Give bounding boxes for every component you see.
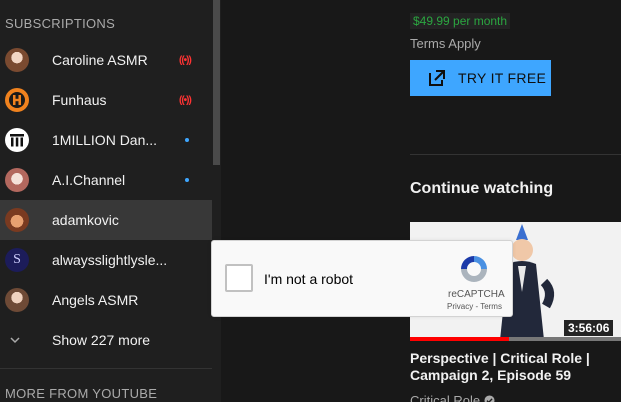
watch-progress-bar [410,337,621,341]
show-more-label: Show 227 more [52,332,151,348]
sidebar: SUBSCRIPTIONS Caroline ASMR ((•)) Funhau… [0,0,212,402]
try-it-free-button[interactable]: TRY IT FREE [410,60,551,96]
sidebar-divider [0,368,212,369]
avatar [5,168,29,192]
recaptcha-widget: I'm not a robot reCAPTCHA Privacy - Term… [211,240,513,317]
sidebar-item-label: A.I.Channel [52,172,126,188]
avatar [5,128,29,152]
sidebar-item-alwaysslightlysleepy[interactable]: S alwaysslightlysle... [0,240,212,280]
sidebar-item-funhaus[interactable]: Funhaus ((•)) [0,80,212,120]
terms-text: Terms Apply [410,36,481,51]
open-external-icon [429,70,445,86]
chevron-down-icon [10,337,20,344]
channel-name[interactable]: Critical Role [410,393,495,402]
sidebar-scrollbar[interactable] [212,0,221,402]
recaptcha-label: I'm not a robot [264,271,354,287]
price-badge: $49.99 per month [410,13,511,29]
new-content-dot [185,178,189,182]
sidebar-item-angels-asmr[interactable]: Angels ASMR [0,280,212,320]
sidebar-item-label: Caroline ASMR [52,52,148,68]
verified-icon [484,395,495,402]
avatar: S [5,248,29,272]
avatar [5,88,29,112]
recaptcha-logo-icon [461,256,487,282]
recaptcha-links[interactable]: Privacy - Terms [447,302,502,311]
subscriptions-heading: SUBSCRIPTIONS [5,16,116,31]
new-content-dot [185,138,189,142]
sidebar-item-label: Angels ASMR [52,292,139,308]
avatar [5,208,29,232]
sidebar-item-label: alwaysslightlysle... [52,252,168,268]
live-icon: ((•)) [179,94,192,106]
scrollbar-thumb[interactable] [213,0,220,165]
live-icon: ((•)) [179,54,192,66]
recaptcha-checkbox[interactable] [225,264,253,292]
sidebar-item-1million[interactable]: 1MILLION Dan... [0,120,212,160]
sidebar-item-label: 1MILLION Dan... [52,132,158,148]
section-divider [410,154,621,155]
more-from-youtube-heading: MORE FROM YOUTUBE [5,386,158,401]
sidebar-item-label: Funhaus [52,92,107,108]
show-more-button[interactable]: Show 227 more [0,320,212,360]
video-duration: 3:56:06 [564,320,614,336]
avatar [5,288,29,312]
video-title[interactable]: Perspective | Critical Role | Campaign 2… [410,350,610,384]
sidebar-item-adamkovic[interactable]: adamkovic [0,200,212,240]
try-it-free-label: TRY IT FREE [458,70,547,86]
sidebar-item-caroline-asmr[interactable]: Caroline ASMR ((•)) [0,40,212,80]
sidebar-item-label: adamkovic [52,212,119,228]
recaptcha-brand: reCAPTCHA [448,289,505,300]
sidebar-item-ai-channel[interactable]: A.I.Channel [0,160,212,200]
app-root: SUBSCRIPTIONS Caroline ASMR ((•)) Funhau… [0,0,621,402]
avatar [5,48,29,72]
continue-watching-heading: Continue watching [410,180,554,197]
channel-label: Critical Role [410,393,481,402]
watch-progress-fill [410,337,510,341]
